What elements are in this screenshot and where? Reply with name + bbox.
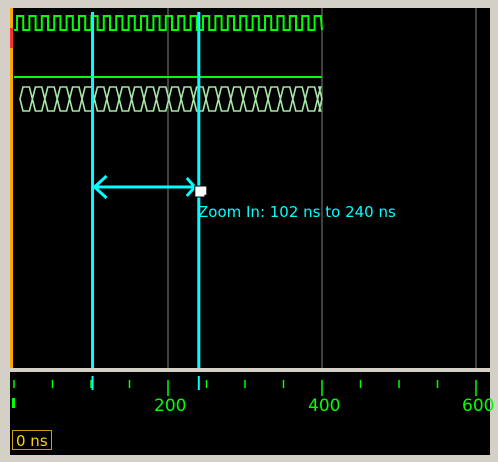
left-marker-red — [10, 28, 13, 48]
timeline-label-400: 400 — [308, 396, 341, 416]
left-marker-strip — [10, 8, 13, 368]
cursor-time-readout: 0 ns — [12, 430, 52, 450]
timeline-pane[interactable] — [10, 372, 490, 427]
timeline-label-600: 600 — [462, 396, 495, 416]
timeline-label-200: 200 — [154, 396, 187, 416]
wave-pane[interactable] — [10, 8, 490, 368]
timeline-start-marker — [12, 398, 15, 408]
zoom-tooltip: Zoom In: 102 ns to 240 ns — [198, 203, 396, 221]
waveform-window: Zoom In: 102 ns to 240 ns 200 400 600 0 … — [0, 0, 498, 462]
waveform-canvas[interactable] — [0, 0, 498, 462]
readout-bar — [10, 427, 490, 455]
pane-divider[interactable] — [10, 368, 490, 372]
